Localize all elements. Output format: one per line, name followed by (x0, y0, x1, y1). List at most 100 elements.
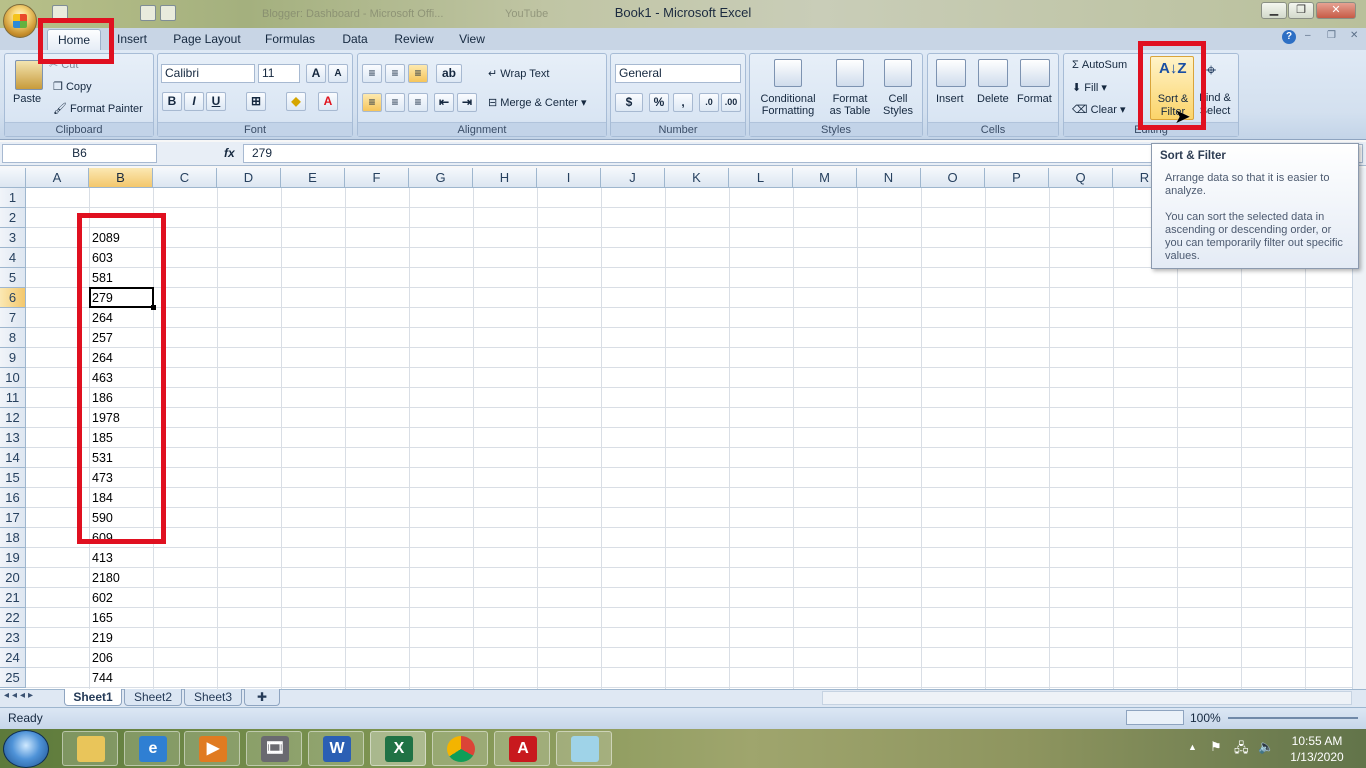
tab-sheet1[interactable]: Sheet1 (64, 689, 122, 706)
cell-b13[interactable]: 185 (89, 428, 153, 448)
align-center-icon[interactable]: ≡ (385, 93, 405, 112)
volume-icon[interactable]: 🔈 (1258, 739, 1274, 755)
explorer-taskbar-button[interactable] (62, 731, 118, 766)
column-header-j[interactable]: J (601, 168, 665, 188)
row-header-14[interactable]: 14 (0, 448, 26, 468)
row-header-1[interactable]: 1 (0, 188, 26, 208)
tab-review[interactable]: Review (391, 29, 437, 50)
copy-button[interactable]: ❐ Copy (53, 80, 92, 93)
cell-b17[interactable]: 590 (89, 508, 153, 528)
italic-button[interactable]: I (184, 92, 204, 111)
chrome-taskbar-button[interactable] (432, 731, 488, 766)
orientation-icon[interactable]: ab (436, 64, 462, 83)
bold-button[interactable]: B (162, 92, 182, 111)
shrink-font-button[interactable]: A (328, 64, 348, 83)
row-header-21[interactable]: 21 (0, 588, 26, 608)
fill-color-icon[interactable]: ◆ (286, 92, 306, 111)
increase-indent-icon[interactable]: ⇥ (457, 93, 477, 112)
conditional-formatting-button[interactable]: Conditional Formatting (755, 93, 821, 117)
cell-b15[interactable]: 473 (89, 468, 153, 488)
row-header-5[interactable]: 5 (0, 268, 26, 288)
tab-home[interactable]: Home (47, 29, 101, 50)
insert-sheet-icon[interactable]: ✚ (244, 689, 280, 706)
column-header-n[interactable]: N (857, 168, 921, 188)
row-header-19[interactable]: 19 (0, 548, 26, 568)
cell-b10[interactable]: 463 (89, 368, 153, 388)
name-box[interactable]: B6 (2, 144, 157, 163)
fill-handle[interactable] (151, 305, 156, 310)
column-header-h[interactable]: H (473, 168, 537, 188)
percent-icon[interactable]: % (649, 93, 669, 112)
tab-formulas[interactable]: Formulas (261, 29, 319, 50)
row-header-16[interactable]: 16 (0, 488, 26, 508)
delete-cells-button[interactable]: Delete (977, 93, 1009, 105)
align-right-icon[interactable]: ≡ (408, 93, 428, 112)
merge-center-button[interactable]: ⊟ Merge & Center ▾ (488, 96, 587, 109)
increase-decimal-icon[interactable]: .0 (699, 93, 719, 112)
row-header-11[interactable]: 11 (0, 388, 26, 408)
zoom-slider[interactable] (1228, 717, 1358, 719)
column-header-l[interactable]: L (729, 168, 793, 188)
ribbon-close-icon[interactable]: ✕ (1350, 30, 1358, 41)
cell-b1[interactable] (89, 188, 153, 208)
row-header-22[interactable]: 22 (0, 608, 26, 628)
row-header-15[interactable]: 15 (0, 468, 26, 488)
row-header-20[interactable]: 20 (0, 568, 26, 588)
tab-insert[interactable]: Insert (112, 29, 152, 50)
format-painter-button[interactable]: 🖌 Format Painter (53, 102, 143, 115)
minimize-button[interactable]: ▁ (1261, 2, 1287, 19)
clock[interactable]: 10:55 AM 1/13/2020 (1280, 733, 1354, 765)
column-header-o[interactable]: O (921, 168, 985, 188)
column-header-f[interactable]: F (345, 168, 409, 188)
cell-b18[interactable]: 609 (89, 528, 153, 548)
column-header-k[interactable]: K (665, 168, 729, 188)
zoom-level[interactable]: 100% (1190, 711, 1221, 725)
cell-b4[interactable]: 603 (89, 248, 153, 268)
underline-button[interactable]: U (206, 92, 226, 111)
autosum-button[interactable]: Σ AutoSum (1072, 59, 1127, 71)
column-header-a[interactable]: A (26, 168, 89, 188)
cell-b7[interactable]: 264 (89, 308, 153, 328)
flag-icon[interactable]: ⚑ (1210, 739, 1222, 755)
column-header-c[interactable]: C (153, 168, 217, 188)
view-buttons[interactable] (1126, 710, 1184, 725)
restore-button[interactable]: ❐ (1288, 2, 1314, 19)
cell-b25[interactable]: 744 (89, 668, 153, 688)
help-icon[interactable]: ? (1282, 30, 1296, 44)
cell-b16[interactable]: 184 (89, 488, 153, 508)
app-taskbar-button[interactable] (556, 731, 612, 766)
wrap-text-button[interactable]: ↵ Wrap Text (488, 67, 549, 80)
font-family-dropdown[interactable]: Calibri (161, 64, 255, 83)
cell-b14[interactable]: 531 (89, 448, 153, 468)
cell-b21[interactable]: 602 (89, 588, 153, 608)
fill-button[interactable]: ⬇ Fill ▾ (1072, 81, 1107, 94)
row-header-23[interactable]: 23 (0, 628, 26, 648)
row-header-10[interactable]: 10 (0, 368, 26, 388)
row-header-17[interactable]: 17 (0, 508, 26, 528)
sheet-nav-arrows[interactable]: ◂◂◂▸ (4, 690, 36, 701)
tab-sheet3[interactable]: Sheet3 (184, 689, 242, 706)
font-size-dropdown[interactable]: 11 (258, 64, 300, 83)
column-header-m[interactable]: M (793, 168, 857, 188)
comma-icon[interactable]: , (673, 93, 693, 112)
close-button[interactable]: ✕ (1316, 2, 1356, 19)
row-header-7[interactable]: 7 (0, 308, 26, 328)
format-cells-button[interactable]: Format (1017, 93, 1052, 105)
tab-sheet2[interactable]: Sheet2 (124, 689, 182, 706)
column-header-g[interactable]: G (409, 168, 473, 188)
tab-data[interactable]: Data (337, 29, 373, 50)
cell-b23[interactable]: 219 (89, 628, 153, 648)
column-header-i[interactable]: I (537, 168, 601, 188)
excel-taskbar-button[interactable]: X (370, 731, 426, 766)
format-as-table-button[interactable]: Format as Table (824, 93, 876, 117)
office-button[interactable] (3, 4, 37, 38)
cell-b24[interactable]: 206 (89, 648, 153, 668)
cell-b3[interactable]: 2089 (89, 228, 153, 248)
acrobat-taskbar-button[interactable]: A (494, 731, 550, 766)
row-header-9[interactable]: 9 (0, 348, 26, 368)
cell-styles-button[interactable]: Cell Styles (878, 93, 918, 117)
column-header-b[interactable]: B (89, 168, 153, 188)
cell-b12[interactable]: 1978 (89, 408, 153, 428)
cut-button[interactable]: ✂ Cut (49, 58, 78, 71)
column-header-d[interactable]: D (217, 168, 281, 188)
